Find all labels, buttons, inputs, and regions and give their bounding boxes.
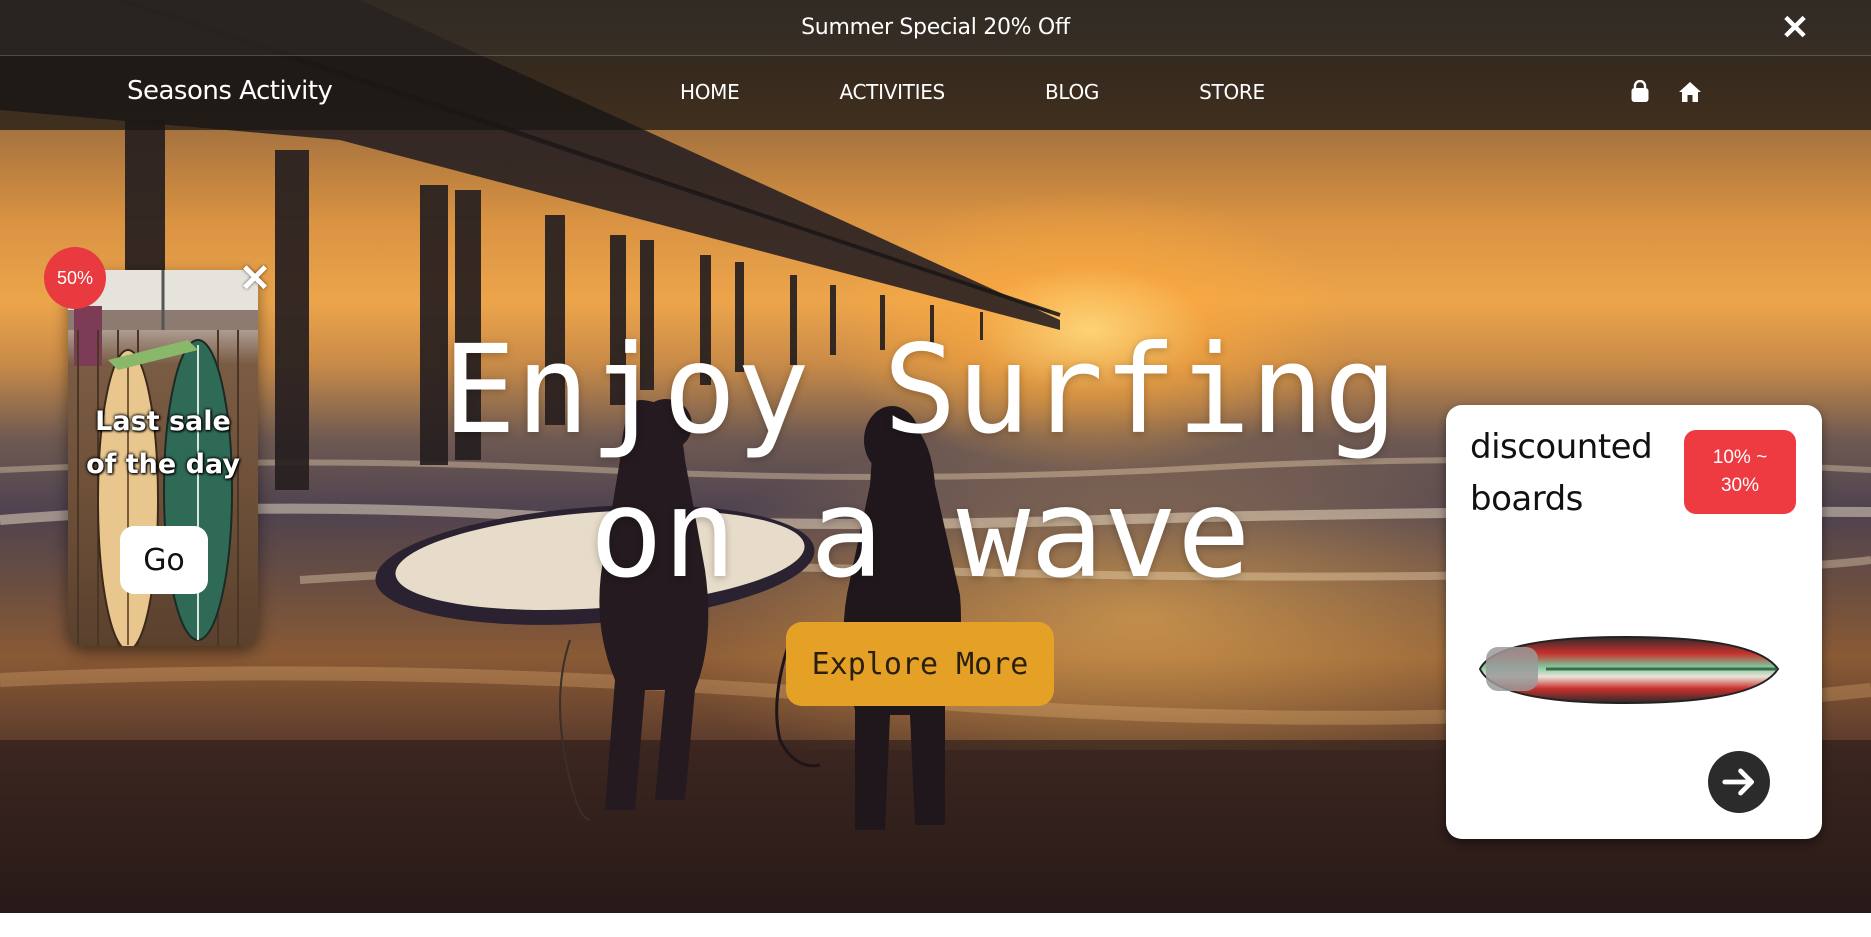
announcement-bar: Summer Special 20% Off ✕ (0, 0, 1871, 56)
promo-text-line-1: Last sale (95, 406, 231, 437)
nav-link-blog[interactable]: BLOG (1045, 80, 1100, 104)
surfboard-image (1478, 635, 1780, 705)
nav-link-activities[interactable]: ACTIVITIES (839, 80, 945, 104)
badge-line-1: 10% ~ (1712, 447, 1768, 468)
go-button[interactable]: Go (120, 526, 208, 594)
promo-text-line-2: of the day (86, 449, 240, 480)
discounted-boards-card[interactable]: discounted boards 10% ~ 30% (1446, 405, 1822, 839)
headline-line-1: Enjoy Surfing (442, 319, 1398, 461)
card-title: discounted boards (1470, 421, 1670, 525)
nav-link-store[interactable]: STORE (1199, 80, 1265, 104)
brand-logo[interactable]: Seasons Activity (127, 76, 333, 106)
announcement-text: Summer Special 20% Off (801, 15, 1070, 40)
badge-line-2: 30% (1720, 475, 1760, 496)
discount-range-badge: 10% ~ 30% (1684, 430, 1796, 514)
discount-badge: 50% (44, 247, 106, 309)
card-title-line-1: discounted (1470, 427, 1653, 467)
shopping-bag-icon[interactable] (1628, 80, 1652, 104)
navbar: Seasons Activity HOME ACTIVITIES BLOG ST… (0, 56, 1871, 130)
close-icon[interactable]: ✕ (238, 260, 272, 298)
last-sale-promo-card[interactable]: Last sale of the day Go (68, 270, 258, 646)
promo-text: Last sale of the day (68, 400, 258, 486)
nav-links: HOME ACTIVITIES BLOG STORE (680, 80, 1365, 104)
home-icon[interactable] (1678, 80, 1702, 104)
nav-link-home[interactable]: HOME (680, 80, 740, 104)
close-icon[interactable]: ✕ (1779, 11, 1811, 45)
hero-headline: Enjoy Surfing on a wave (400, 318, 1440, 606)
card-title-line-2: boards (1470, 479, 1583, 519)
nav-icons (1628, 80, 1702, 104)
explore-more-button[interactable]: Explore More (786, 622, 1054, 706)
arrow-right-icon[interactable] (1708, 751, 1770, 813)
headline-line-2: on a wave (589, 463, 1251, 605)
